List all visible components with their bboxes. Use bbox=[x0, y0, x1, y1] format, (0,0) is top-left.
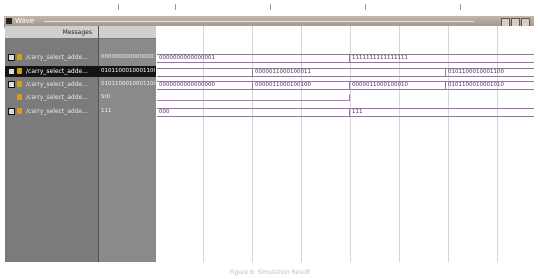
bus-value: 0000011000100010 bbox=[352, 82, 408, 88]
bus-value: 0000011000100011 bbox=[255, 69, 311, 75]
bus-value: 0000011000100100 bbox=[255, 82, 311, 88]
bus-segment[interactable]: 1111111111111111 bbox=[350, 54, 534, 63]
bus-segment[interactable]: 0000011000100011 bbox=[253, 68, 445, 77]
signal-icon bbox=[17, 108, 22, 114]
bus-value: 111 bbox=[352, 109, 363, 115]
bus-segment[interactable]: 0101100010001100 bbox=[446, 68, 534, 77]
ruler-tick bbox=[365, 4, 366, 10]
signal-icon bbox=[17, 54, 22, 60]
messages-header: Messages bbox=[5, 26, 98, 39]
signal-row[interactable]: /carry_select_adde... 111 bbox=[5, 106, 156, 117]
ruler-tick bbox=[270, 4, 271, 10]
bus-segment[interactable]: 0000000000000001 bbox=[157, 54, 349, 63]
figure-caption: Figure 6: Simulation Result bbox=[229, 269, 311, 276]
expand-icon[interactable] bbox=[8, 81, 15, 88]
signal-icon bbox=[17, 81, 22, 87]
title-bar-grip bbox=[44, 21, 474, 22]
signal-name: /carry_select_adde... bbox=[26, 81, 88, 88]
bus-segment[interactable]: 0101100010001010 bbox=[446, 81, 534, 90]
signal-icon bbox=[17, 68, 22, 74]
signal-row[interactable]: /carry_select_adde... 0101100010001100 bbox=[5, 79, 156, 90]
bit-wave-level[interactable] bbox=[157, 100, 350, 101]
bus-segment[interactable]: 111 bbox=[350, 108, 534, 117]
bus-value: 000 bbox=[159, 109, 170, 115]
signal-row[interactable]: /carry_select_adde... St0 bbox=[5, 92, 156, 103]
top-ruler bbox=[0, 0, 538, 12]
signal-value: St0 bbox=[101, 94, 111, 100]
signal-icon bbox=[17, 94, 22, 100]
expand-icon[interactable] bbox=[8, 54, 15, 61]
signal-value: 0000000000000001 bbox=[101, 54, 155, 60]
signal-value: 0101100010001100 bbox=[101, 68, 155, 74]
bit-wave-edge bbox=[349, 94, 350, 101]
ruler-tick bbox=[460, 4, 461, 10]
bus-value: 0000000000000001 bbox=[159, 55, 215, 61]
signal-value: 111 bbox=[101, 108, 112, 114]
bus-value: 0101100010001010 bbox=[448, 82, 504, 88]
signal-name: /carry_select_adde... bbox=[26, 94, 88, 101]
wave-window-icon bbox=[6, 18, 12, 24]
bus-segment[interactable]: 0000011000100010 bbox=[350, 81, 445, 90]
signal-name: /carry_select_adde... bbox=[26, 54, 88, 61]
bus-value: 0101100010001100 bbox=[448, 69, 504, 75]
expand-icon[interactable] bbox=[8, 108, 15, 115]
bus-segment[interactable]: 0000011000100100 bbox=[253, 81, 349, 90]
signal-value: 0101100010001100 bbox=[101, 81, 155, 87]
bus-segment[interactable]: 000 bbox=[157, 108, 349, 117]
ruler-tick bbox=[118, 4, 119, 10]
signal-row[interactable]: /carry_select_adde... 0000000000000001 bbox=[5, 52, 156, 63]
value-header bbox=[98, 26, 156, 39]
bus-segment[interactable] bbox=[157, 68, 252, 77]
bus-value: 0000000000000000 bbox=[159, 82, 215, 88]
expand-icon[interactable] bbox=[8, 68, 15, 75]
signal-row-selected[interactable]: /carry_select_adde... 0101100010001100 bbox=[5, 66, 156, 77]
bus-value: 1111111111111111 bbox=[352, 55, 408, 61]
ruler-tick bbox=[175, 4, 176, 10]
signal-name: /carry_select_adde... bbox=[26, 68, 88, 75]
bus-segment[interactable]: 0000000000000000 bbox=[157, 81, 252, 90]
signal-name: /carry_select_adde... bbox=[26, 108, 88, 115]
